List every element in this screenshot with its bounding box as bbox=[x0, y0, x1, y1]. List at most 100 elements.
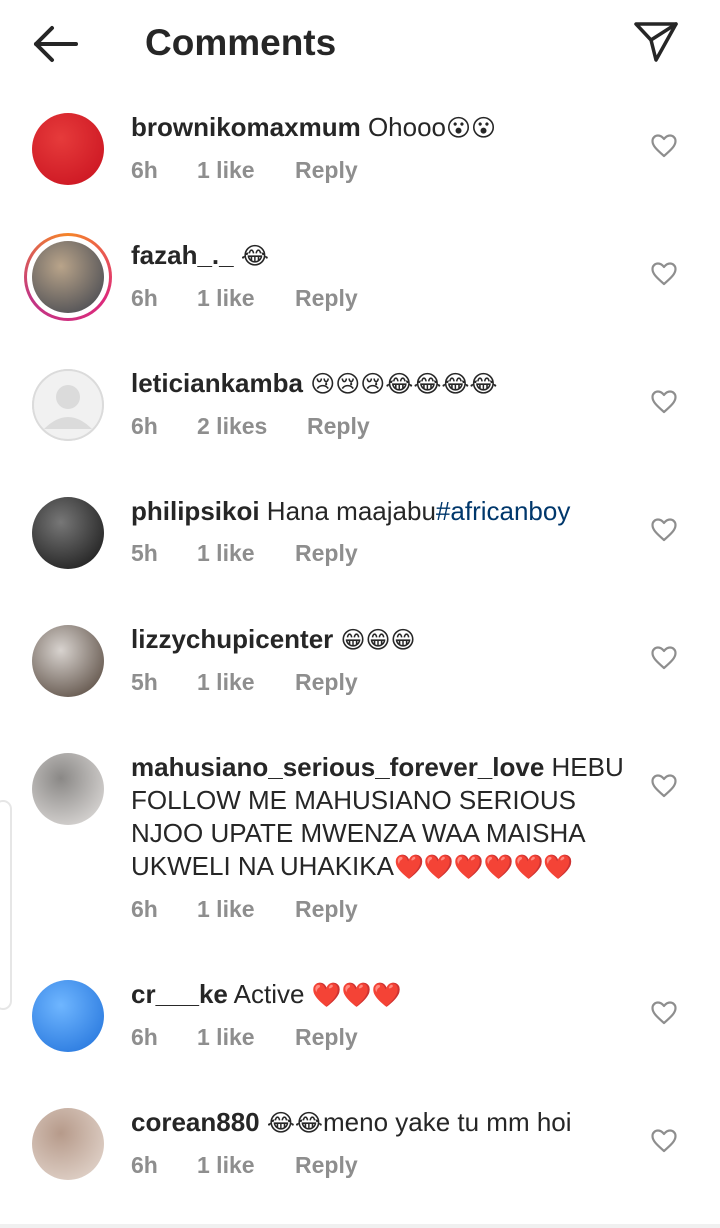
bottom-divider bbox=[0, 1224, 720, 1228]
like-button[interactable] bbox=[651, 646, 677, 670]
comment-meta: 6h 1 like Reply bbox=[131, 894, 631, 924]
comment-content: fazah_._ 😂 bbox=[131, 239, 631, 273]
comment-emoji: 😂😂 bbox=[266, 1109, 323, 1137]
comment-meta: 6h 1 like Reply bbox=[131, 283, 631, 313]
comment-body: mahusiano_serious_forever_love HEBU FOLL… bbox=[131, 751, 631, 924]
comment-item[interactable]: philipsikoi Hana maajabu#africanboy 5h 1 l… bbox=[0, 480, 720, 608]
comment-time: 5h bbox=[131, 540, 158, 566]
comment-username[interactable]: brownikomaxmum bbox=[131, 112, 361, 142]
heart-outline-icon bbox=[651, 518, 677, 542]
comment-content: leticiankamba 😢😢😢😂😂😂😂 bbox=[131, 367, 631, 401]
comment-time: 6h bbox=[131, 413, 158, 439]
like-button[interactable] bbox=[651, 134, 677, 158]
comment-content: philipsikoi Hana maajabu#africanboy bbox=[131, 495, 631, 528]
comment-item[interactable]: brownikomaxmum Ohooo😮😮 6h 1 like Reply bbox=[0, 96, 720, 224]
comment-username[interactable]: lizzychupicenter bbox=[131, 624, 333, 654]
reply-button[interactable]: Reply bbox=[295, 155, 358, 185]
avatar[interactable] bbox=[32, 113, 104, 185]
comment-meta: 6h 1 like Reply bbox=[131, 155, 631, 185]
comment-likes[interactable]: 1 like bbox=[197, 1150, 295, 1180]
like-button[interactable] bbox=[651, 262, 677, 286]
comment-hashtag[interactable]: #africanboy bbox=[436, 496, 570, 526]
comment-likes[interactable]: 1 like bbox=[197, 894, 295, 924]
comment-meta: 6h 1 like Reply bbox=[131, 1150, 631, 1180]
comment-content: mahusiano_serious_forever_love HEBU FOLL… bbox=[131, 751, 631, 884]
comment-body: philipsikoi Hana maajabu#africanboy 5h 1 l… bbox=[131, 495, 631, 568]
comment-item[interactable]: mahusiano_serious_forever_love HEBU FOLL… bbox=[0, 736, 720, 963]
comment-text bbox=[260, 1107, 267, 1137]
comment-username[interactable]: corean880 bbox=[131, 1107, 260, 1137]
avatar[interactable] bbox=[32, 369, 104, 441]
share-button[interactable] bbox=[630, 18, 682, 66]
arrow-left-icon bbox=[34, 26, 78, 62]
heart-outline-icon bbox=[651, 134, 677, 158]
reply-button[interactable]: Reply bbox=[295, 667, 358, 697]
avatar[interactable] bbox=[32, 980, 104, 1052]
comment-emoji: 😮😮 bbox=[446, 114, 497, 142]
reply-button[interactable]: Reply bbox=[295, 894, 358, 924]
comment-likes[interactable]: 1 like bbox=[197, 1022, 295, 1052]
like-button[interactable] bbox=[651, 774, 677, 798]
heart-outline-icon bbox=[651, 1129, 677, 1153]
comment-time: 6h bbox=[131, 157, 158, 183]
avatar[interactable] bbox=[32, 1108, 104, 1180]
comment-body: corean880 😂😂meno yake tu mm hoi 6h 1 like R… bbox=[131, 1106, 631, 1180]
comment-username[interactable]: fazah_._ bbox=[131, 240, 234, 270]
comment-text-after: meno yake tu mm hoi bbox=[322, 1107, 572, 1137]
comment-emoji: 😁😁😁 bbox=[340, 626, 416, 654]
comment-content: corean880 😂😂meno yake tu mm hoi bbox=[131, 1106, 631, 1140]
avatar-story-ring[interactable] bbox=[24, 233, 112, 321]
comment-item[interactable]: cr___ke Active ❤️❤️❤️ 6h 1 like Reply bbox=[0, 963, 720, 1091]
like-button[interactable] bbox=[651, 1001, 677, 1025]
like-button[interactable] bbox=[651, 390, 677, 414]
reply-button[interactable]: Reply bbox=[307, 411, 370, 441]
reply-button[interactable]: Reply bbox=[295, 538, 358, 568]
avatar[interactable] bbox=[32, 753, 104, 825]
comment-emoji: 😢😢😢😂😂😂😂 bbox=[310, 370, 498, 398]
like-button[interactable] bbox=[651, 518, 677, 542]
comment-time: 6h bbox=[131, 285, 158, 311]
avatar[interactable] bbox=[32, 497, 104, 569]
header-bar: Comments bbox=[0, 0, 720, 86]
comment-text: Ohooo bbox=[360, 112, 447, 142]
reply-button[interactable]: Reply bbox=[295, 1022, 358, 1052]
comment-time: 6h bbox=[131, 1152, 158, 1178]
comment-time: 6h bbox=[131, 1024, 158, 1050]
comment-text bbox=[234, 240, 241, 270]
paper-plane-icon bbox=[634, 22, 678, 62]
comment-username[interactable]: mahusiano_serious_forever_love bbox=[131, 752, 544, 782]
comment-username[interactable]: leticiankamba bbox=[131, 368, 303, 398]
comment-likes[interactable]: 2 likes bbox=[197, 411, 307, 441]
reply-button[interactable]: Reply bbox=[295, 1150, 358, 1180]
comment-likes[interactable]: 1 like bbox=[197, 155, 295, 185]
comment-item[interactable]: leticiankamba 😢😢😢😂😂😂😂 6h 2 likes Reply bbox=[0, 352, 720, 480]
comment-likes[interactable]: 1 like bbox=[197, 538, 295, 568]
comment-body: brownikomaxmum Ohooo😮😮 6h 1 like Reply bbox=[131, 111, 631, 185]
heart-outline-icon bbox=[651, 1001, 677, 1025]
page-title: Comments bbox=[145, 22, 337, 63]
comment-meta: 5h 1 like Reply bbox=[131, 538, 631, 568]
comment-emoji: ❤️❤️❤️ bbox=[311, 981, 402, 1009]
comment-likes[interactable]: 1 like bbox=[197, 283, 295, 313]
comment-meta: 5h 1 like Reply bbox=[131, 667, 631, 697]
reply-button[interactable]: Reply bbox=[295, 283, 358, 313]
comment-body: leticiankamba 😢😢😢😂😂😂😂 6h 2 likes Reply bbox=[131, 367, 631, 441]
comment-item[interactable]: lizzychupicenter 😁😁😁 5h 1 like Reply bbox=[0, 608, 720, 736]
comment-username[interactable]: philipsikoi bbox=[131, 496, 260, 526]
comment-likes[interactable]: 1 like bbox=[197, 667, 295, 697]
comment-emoji: 😂 bbox=[240, 242, 269, 270]
like-button[interactable] bbox=[651, 1129, 677, 1153]
comment-body: fazah_._ 😂 6h 1 like Reply bbox=[131, 239, 631, 313]
comment-body: cr___ke Active ❤️❤️❤️ 6h 1 like Reply bbox=[131, 978, 631, 1052]
heart-outline-icon bbox=[651, 262, 677, 286]
comment-username[interactable]: cr___ke bbox=[131, 979, 228, 1009]
side-panel-edge bbox=[0, 800, 12, 1010]
avatar[interactable] bbox=[32, 625, 104, 697]
comment-text: Hana maajabu bbox=[259, 496, 436, 526]
back-button[interactable] bbox=[30, 22, 82, 66]
default-avatar-icon bbox=[32, 369, 104, 441]
heart-outline-icon bbox=[651, 390, 677, 414]
comment-content: lizzychupicenter 😁😁😁 bbox=[131, 623, 631, 657]
comment-item[interactable]: fazah_._ 😂 6h 1 like Reply bbox=[0, 224, 720, 352]
comment-item[interactable]: corean880 😂😂meno yake tu mm hoi 6h 1 like R… bbox=[0, 1091, 720, 1219]
